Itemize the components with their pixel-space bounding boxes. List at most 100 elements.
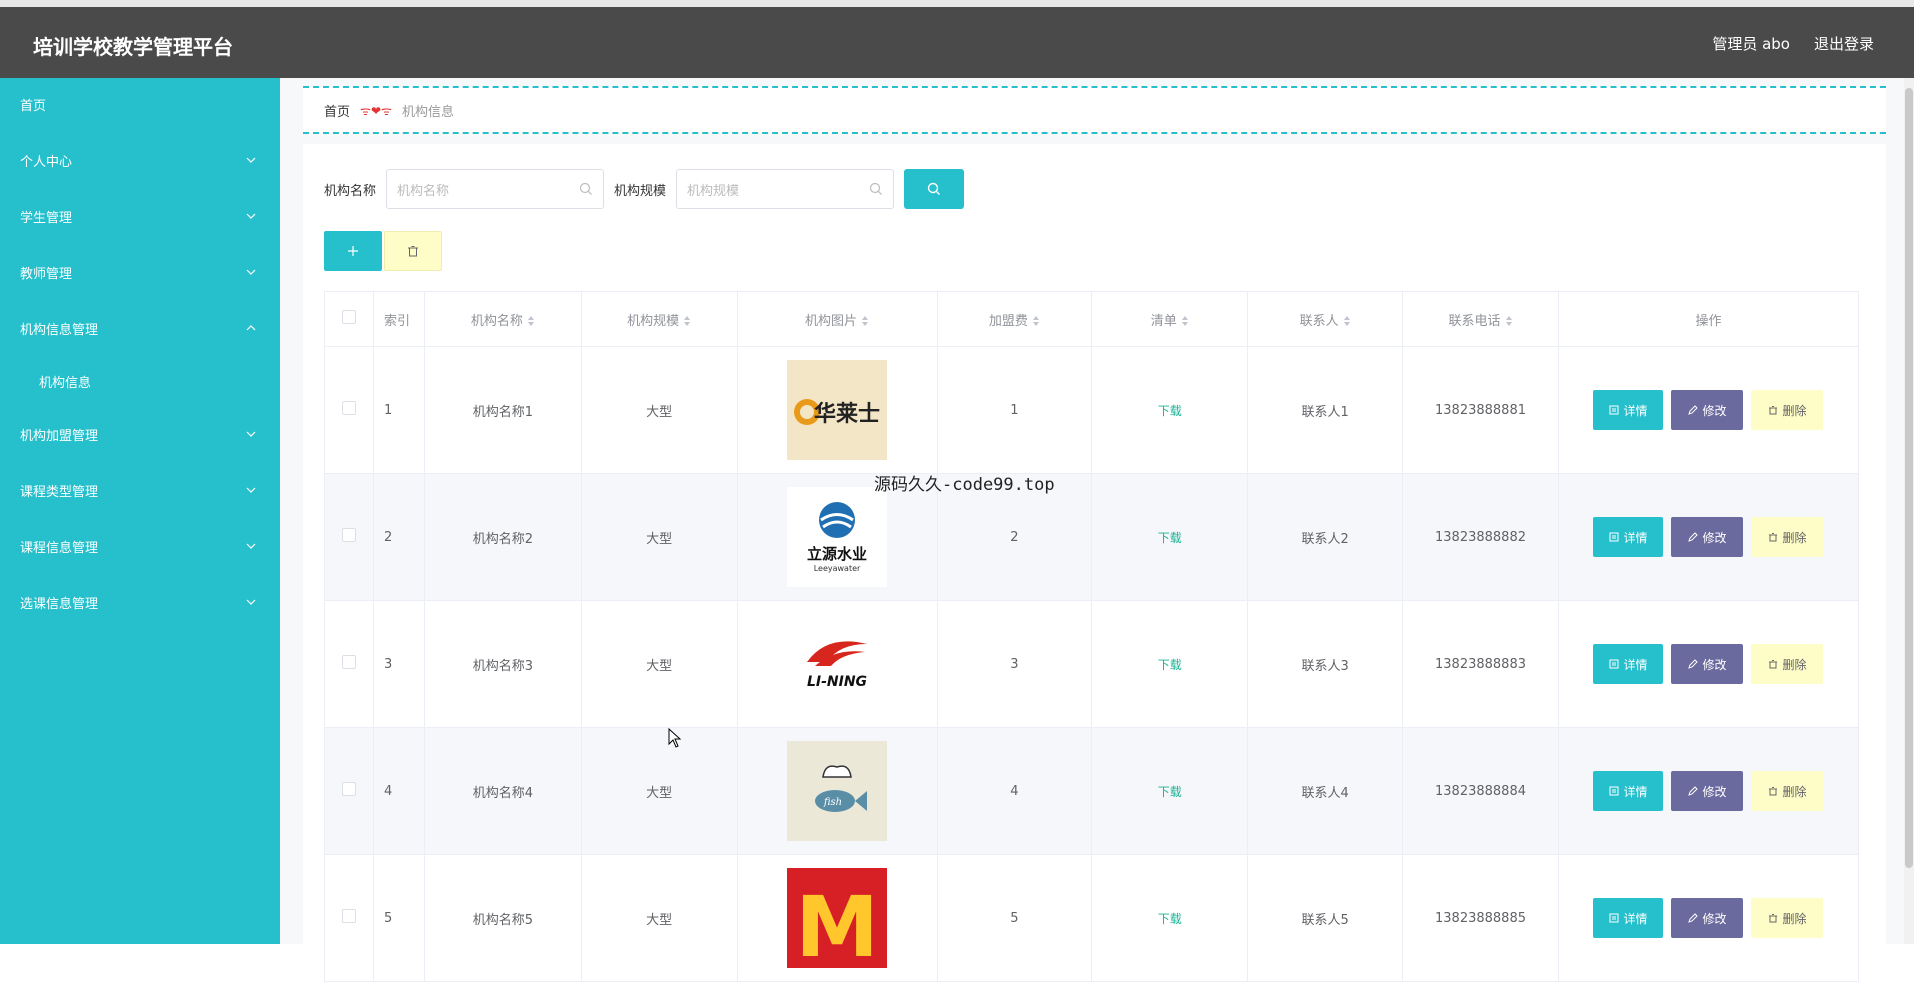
- sidebar-item-personal-center[interactable]: 个人中心: [0, 140, 280, 180]
- sort-icon[interactable]: [1032, 315, 1040, 327]
- table-row: 1 机构名称1 大型 华莱士 1 下载 联系人1 13823888881 详情 …: [324, 346, 1860, 474]
- app-title: 培训学校教学管理平台: [33, 35, 233, 59]
- col-contact[interactable]: 联系人: [1247, 291, 1404, 347]
- download-link[interactable]: 下载: [1158, 785, 1182, 799]
- col-phone[interactable]: 联系电话: [1402, 291, 1559, 347]
- sidebar-item-org-join-mgmt[interactable]: 机构加盟管理: [0, 414, 280, 454]
- add-button[interactable]: [324, 231, 382, 271]
- sidebar-item-org-info-mgmt[interactable]: 机构信息管理: [0, 308, 280, 348]
- edit-button[interactable]: 修改: [1671, 517, 1744, 557]
- row-checkbox[interactable]: [341, 401, 356, 415]
- download-link[interactable]: 下载: [1158, 531, 1182, 545]
- select-all-cell: [324, 291, 374, 347]
- sidebar-item-course-select-mgmt[interactable]: 选课信息管理: [0, 582, 280, 622]
- edit-label: 修改: [1702, 530, 1727, 545]
- leeyawater-logo-icon: 立源水业 Leeyawater: [787, 487, 888, 587]
- sidebar-item-teacher-mgmt[interactable]: 教师管理: [0, 252, 280, 292]
- detail-label: 详情: [1623, 784, 1648, 799]
- detail-button[interactable]: 详情: [1593, 390, 1664, 430]
- document-icon: [1609, 405, 1619, 415]
- sort-icon[interactable]: [527, 315, 535, 327]
- table-row: 5 机构名称5 大型 M 5 下载 联系人5 13823888885 详情 修改…: [324, 854, 1860, 982]
- fish-logo-icon: fish: [787, 741, 888, 841]
- sort-icon[interactable]: [1343, 315, 1351, 327]
- delete-button[interactable]: 删除: [1751, 771, 1824, 811]
- list-cell: 下载: [1091, 346, 1249, 474]
- trash-icon: [408, 246, 418, 257]
- delete-button[interactable]: 删除: [1751, 390, 1824, 430]
- ops-cell: 详情 修改 删除: [1558, 346, 1860, 474]
- org-logo-image: M: [787, 868, 888, 968]
- fee-cell: 4: [937, 727, 1093, 855]
- detail-button[interactable]: 详情: [1593, 644, 1664, 684]
- index-cell: 2: [373, 473, 425, 601]
- col-scale[interactable]: 机构规模: [581, 291, 738, 347]
- col-list[interactable]: 清单: [1091, 291, 1249, 347]
- edit-button[interactable]: 修改: [1671, 771, 1744, 811]
- sort-icon[interactable]: [861, 315, 869, 327]
- ops-cell: 详情 修改 删除: [1558, 727, 1860, 855]
- sidebar-item-home[interactable]: 首页: [0, 84, 280, 124]
- scale-cell: 大型: [581, 600, 738, 728]
- row-checkbox[interactable]: [341, 782, 356, 796]
- fee-cell: 3: [937, 600, 1093, 728]
- trash-icon: [1769, 660, 1778, 669]
- list-cell: 下载: [1091, 854, 1249, 982]
- download-link[interactable]: 下载: [1158, 404, 1182, 418]
- logo-text: 华莱士: [814, 401, 880, 427]
- breadcrumb-home[interactable]: 首页: [324, 101, 350, 120]
- sidebar-item-org-info[interactable]: 机构信息: [0, 361, 280, 401]
- delete-button[interactable]: 删除: [1751, 644, 1824, 684]
- page-scrollbar[interactable]: [1904, 78, 1914, 944]
- delete-button[interactable]: 删除: [1751, 898, 1824, 938]
- org-name-label: 机构名称: [324, 183, 377, 199]
- org-name-input[interactable]: 机构名称: [386, 169, 605, 209]
- image-cell: M: [737, 854, 938, 982]
- delete-button[interactable]: 删除: [1751, 517, 1824, 557]
- batch-delete-button[interactable]: [384, 231, 442, 271]
- breadcrumb: 首页 ᯤ❤ᯤ 机构信息: [303, 86, 1886, 134]
- sidebar: 首页 个人中心 学生管理 教师管理 机构信息管理 机构信息 机构加盟管理 课程类…: [0, 78, 280, 944]
- logout-button[interactable]: 退出登录: [1814, 33, 1874, 54]
- detail-button[interactable]: 详情: [1593, 517, 1664, 557]
- sort-icon[interactable]: [1181, 315, 1189, 327]
- row-checkbox[interactable]: [341, 528, 356, 542]
- delete-label: 删除: [1782, 530, 1807, 545]
- select-all-checkbox[interactable]: [341, 310, 356, 324]
- search-button[interactable]: [904, 169, 965, 209]
- phone-cell: 13823888884: [1402, 727, 1559, 855]
- trash-icon: [1769, 533, 1778, 542]
- download-link[interactable]: 下载: [1158, 912, 1182, 926]
- sidebar-item-student-mgmt[interactable]: 学生管理: [0, 196, 280, 236]
- scrollbar-thumb[interactable]: [1905, 88, 1913, 868]
- contact-cell: 联系人5: [1247, 854, 1404, 982]
- sidebar-item-course-info-mgmt[interactable]: 课程信息管理: [0, 526, 280, 566]
- fee-cell: 1: [937, 346, 1093, 474]
- org-scale-input[interactable]: 机构规模: [676, 169, 895, 209]
- sidebar-item-course-type-mgmt[interactable]: 课程类型管理: [0, 470, 280, 510]
- col-name[interactable]: 机构名称: [424, 291, 582, 347]
- edit-button[interactable]: 修改: [1671, 898, 1744, 938]
- detail-button[interactable]: 详情: [1593, 898, 1664, 938]
- col-fee[interactable]: 加盟费: [937, 291, 1093, 347]
- download-link[interactable]: 下载: [1158, 658, 1182, 672]
- edit-button[interactable]: 修改: [1671, 390, 1744, 430]
- row-checkbox[interactable]: [341, 909, 356, 923]
- user-label[interactable]: 管理员 abo: [1712, 33, 1790, 54]
- edit-button[interactable]: 修改: [1671, 644, 1744, 684]
- sidebar-item-label: 课程类型管理: [20, 484, 99, 500]
- breadcrumb-separator: ᯤ❤ᯤ: [360, 103, 392, 118]
- col-index: 索引: [373, 291, 425, 347]
- detail-button[interactable]: 详情: [1593, 771, 1664, 811]
- content-card: 机构名称 机构名称 机构规模 机构规模 索引 机构名称 机构规模 机构图片 加盟…: [303, 144, 1886, 982]
- sort-icon[interactable]: [683, 315, 691, 327]
- sidebar-item-label: 课程信息管理: [20, 540, 99, 556]
- ops-cell: 详情 修改 删除: [1558, 473, 1860, 601]
- org-scale-label: 机构规模: [614, 183, 667, 199]
- row-checkbox[interactable]: [341, 655, 356, 669]
- col-image[interactable]: 机构图片: [737, 291, 938, 347]
- hualaishi-logo-icon: 华莱士: [787, 360, 888, 460]
- sort-icon[interactable]: [1505, 315, 1513, 327]
- image-cell: fish: [737, 727, 938, 855]
- sidebar-item-label: 首页: [20, 98, 47, 114]
